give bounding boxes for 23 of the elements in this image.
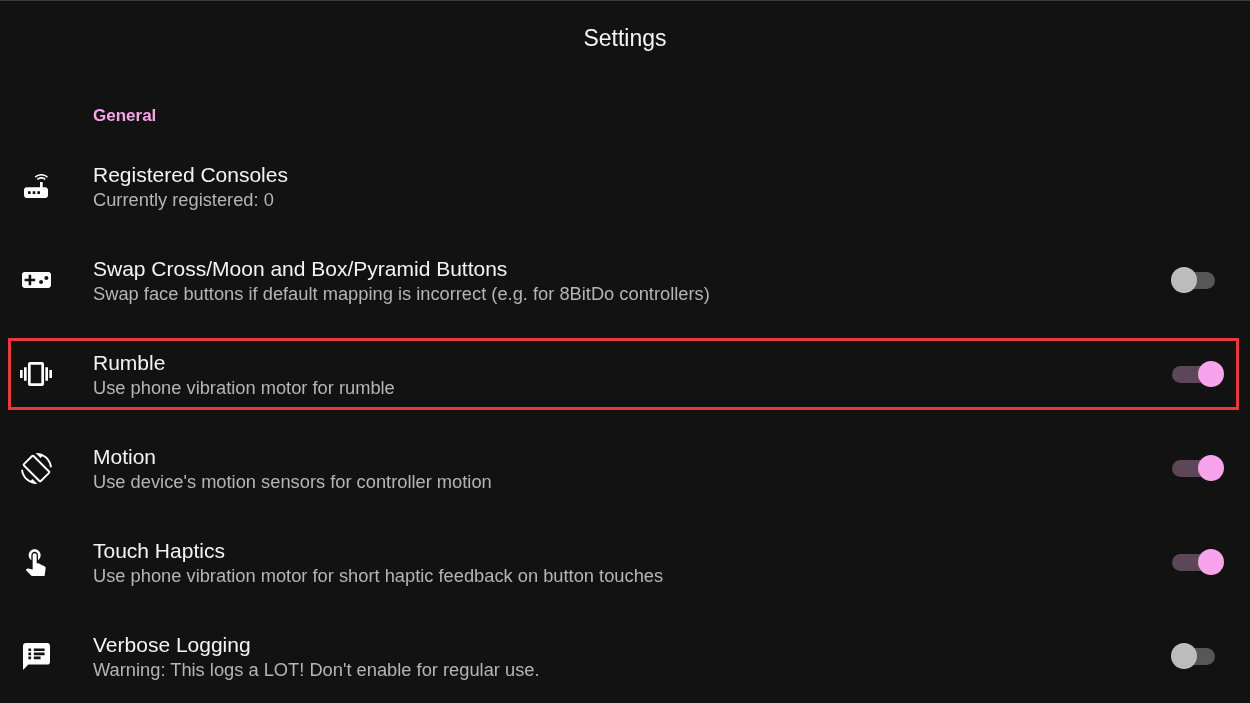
setting-summary: Use phone vibration motor for rumble bbox=[93, 376, 396, 399]
router-icon bbox=[24, 174, 48, 198]
rotation-icon bbox=[20, 452, 52, 484]
setting-title: Touch Haptics bbox=[93, 537, 226, 563]
setting-title: Registered Consoles bbox=[93, 161, 289, 187]
setting-summary: Currently registered: 0 bbox=[93, 188, 275, 211]
setting-title: Verbose Logging bbox=[93, 631, 252, 657]
setting-title: Rumble bbox=[93, 349, 167, 375]
setting-summary: Use phone vibration motor for short haptic feedback on button touches bbox=[93, 564, 665, 587]
setting-summary: Use device's motion sensors for controller motion bbox=[93, 470, 493, 493]
page-title: Settings bbox=[583, 25, 667, 52]
message-list-icon bbox=[22, 642, 50, 670]
gamepad-icon bbox=[21, 272, 51, 288]
setting-summary: Warning: This logs a LOT! Don't enable for regular use. bbox=[93, 658, 541, 681]
section-header: General bbox=[93, 106, 157, 126]
setting-title: Motion bbox=[93, 443, 158, 469]
setting-title: Swap Cross/Moon and Box/Pyramid Buttons bbox=[93, 255, 509, 281]
toggle-switch[interactable] bbox=[1171, 549, 1224, 575]
pointing-hand-icon bbox=[26, 548, 46, 576]
toggle-switch[interactable] bbox=[1171, 455, 1224, 481]
setting-summary: Swap face buttons if default mapping is incorrect (e.g. for 8BitDo controllers) bbox=[93, 282, 711, 305]
toggle-switch[interactable] bbox=[1171, 361, 1224, 387]
vibrating-phone-icon bbox=[20, 362, 52, 386]
